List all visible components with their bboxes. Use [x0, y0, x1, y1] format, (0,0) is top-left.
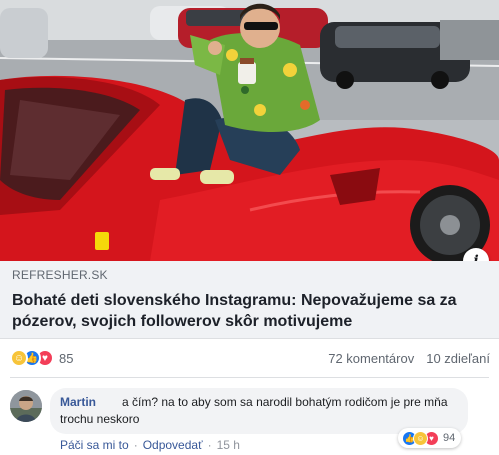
comment-text: a čím? na to aby som sa narodil bohatým …: [60, 395, 448, 426]
link-domain: REFRESHER.SK: [12, 268, 108, 282]
reaction-icons[interactable]: ☺ 👍 ♥: [10, 349, 54, 367]
comment-actions: Páči sa mi to · Odpovedať · 15 h: [60, 438, 240, 452]
avatar-image: [10, 390, 42, 422]
comment-reactions[interactable]: 👍 ☺ ♥ 94: [398, 428, 462, 448]
comment-timestamp[interactable]: 15 h: [217, 438, 240, 452]
link-headline[interactable]: Bohaté deti slovenského Instagramu: Nepo…: [12, 290, 482, 332]
comment-reaction-count: 94: [443, 432, 456, 444]
link-preview-text[interactable]: REFRESHER.SK Bohaté deti slovenského Ins…: [0, 261, 499, 339]
reaction-count[interactable]: 85: [59, 351, 73, 366]
separator-dot: ·: [207, 438, 212, 452]
haha-icon: ☺: [413, 430, 428, 446]
separator-dot: ·: [133, 438, 138, 452]
comment-bubble: Martin a čím? na to aby som sa narodil bo…: [50, 388, 468, 434]
comments-count[interactable]: 72 komentárov: [328, 351, 414, 366]
divider: [10, 377, 489, 378]
haha-icon: ☺: [10, 349, 28, 367]
comment-author[interactable]: Martin: [60, 395, 96, 409]
reply-button[interactable]: Odpovedať: [143, 438, 203, 452]
link-preview-image[interactable]: [0, 0, 499, 261]
avatar[interactable]: [10, 390, 42, 422]
like-comment-button[interactable]: Páči sa mi to: [60, 438, 129, 452]
post-stats: ☺ 👍 ♥ 85 72 komentárov 10 zdieľaní: [10, 347, 490, 369]
car-photo: [0, 0, 499, 261]
shares-count[interactable]: 10 zdieľaní: [426, 351, 490, 366]
